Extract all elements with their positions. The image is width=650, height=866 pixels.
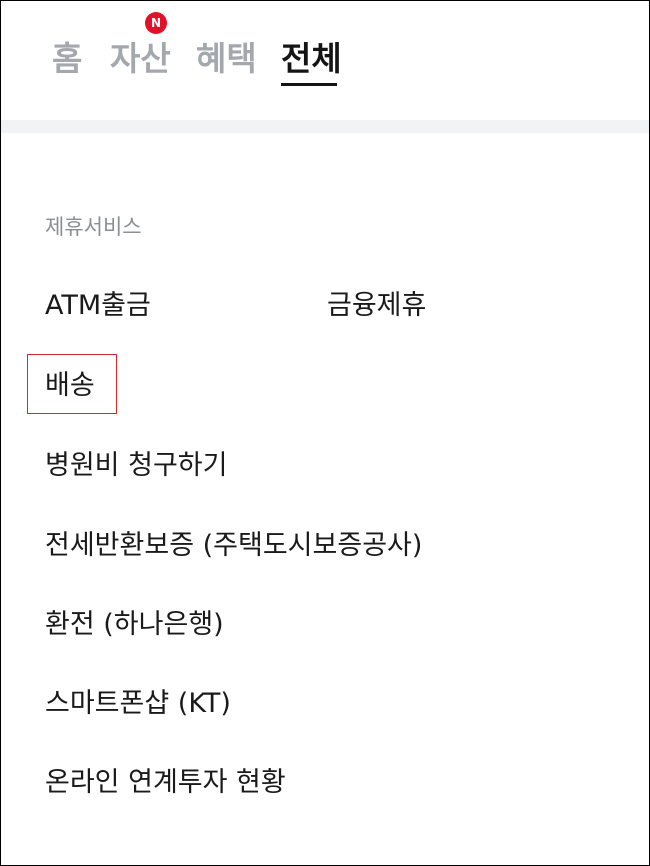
menu-item-financial-partnership[interactable]: 금융제휴 [327,288,426,324]
menu-item-atm-withdrawal[interactable]: ATM출금 [45,288,151,324]
app-screen: 홈 자산 N 혜택 전체 제휴서비스 ATM출금 금융제휴 배송 병원비 청구하… [0,0,650,866]
menu-item-hospital-claim[interactable]: 병원비 청구하기 [45,448,227,484]
tab-benefits[interactable]: 혜택 [196,37,257,81]
active-tab-indicator [281,83,337,86]
tab-assets[interactable]: 자산 [110,37,171,81]
menu-item-smartphone-shop[interactable]: 스마트폰샵 (KT) [45,686,231,722]
new-badge: N [145,12,167,34]
tab-home[interactable]: 홈 [52,37,82,81]
tab-all[interactable]: 전체 [281,37,342,81]
menu-item-online-investment[interactable]: 온라인 연계투자 현황 [45,765,286,801]
top-tab-bar: 홈 자산 N 혜택 전체 [1,1,649,121]
section-title: 제휴서비스 [45,215,142,239]
menu-item-currency-exchange[interactable]: 환전 (하나은행) [45,607,224,643]
menu-item-jeonse-guarantee[interactable]: 전세반환보증 (주택도시보증공사) [45,528,422,564]
section-divider [1,120,649,133]
menu-item-delivery[interactable]: 배송 [45,368,95,404]
